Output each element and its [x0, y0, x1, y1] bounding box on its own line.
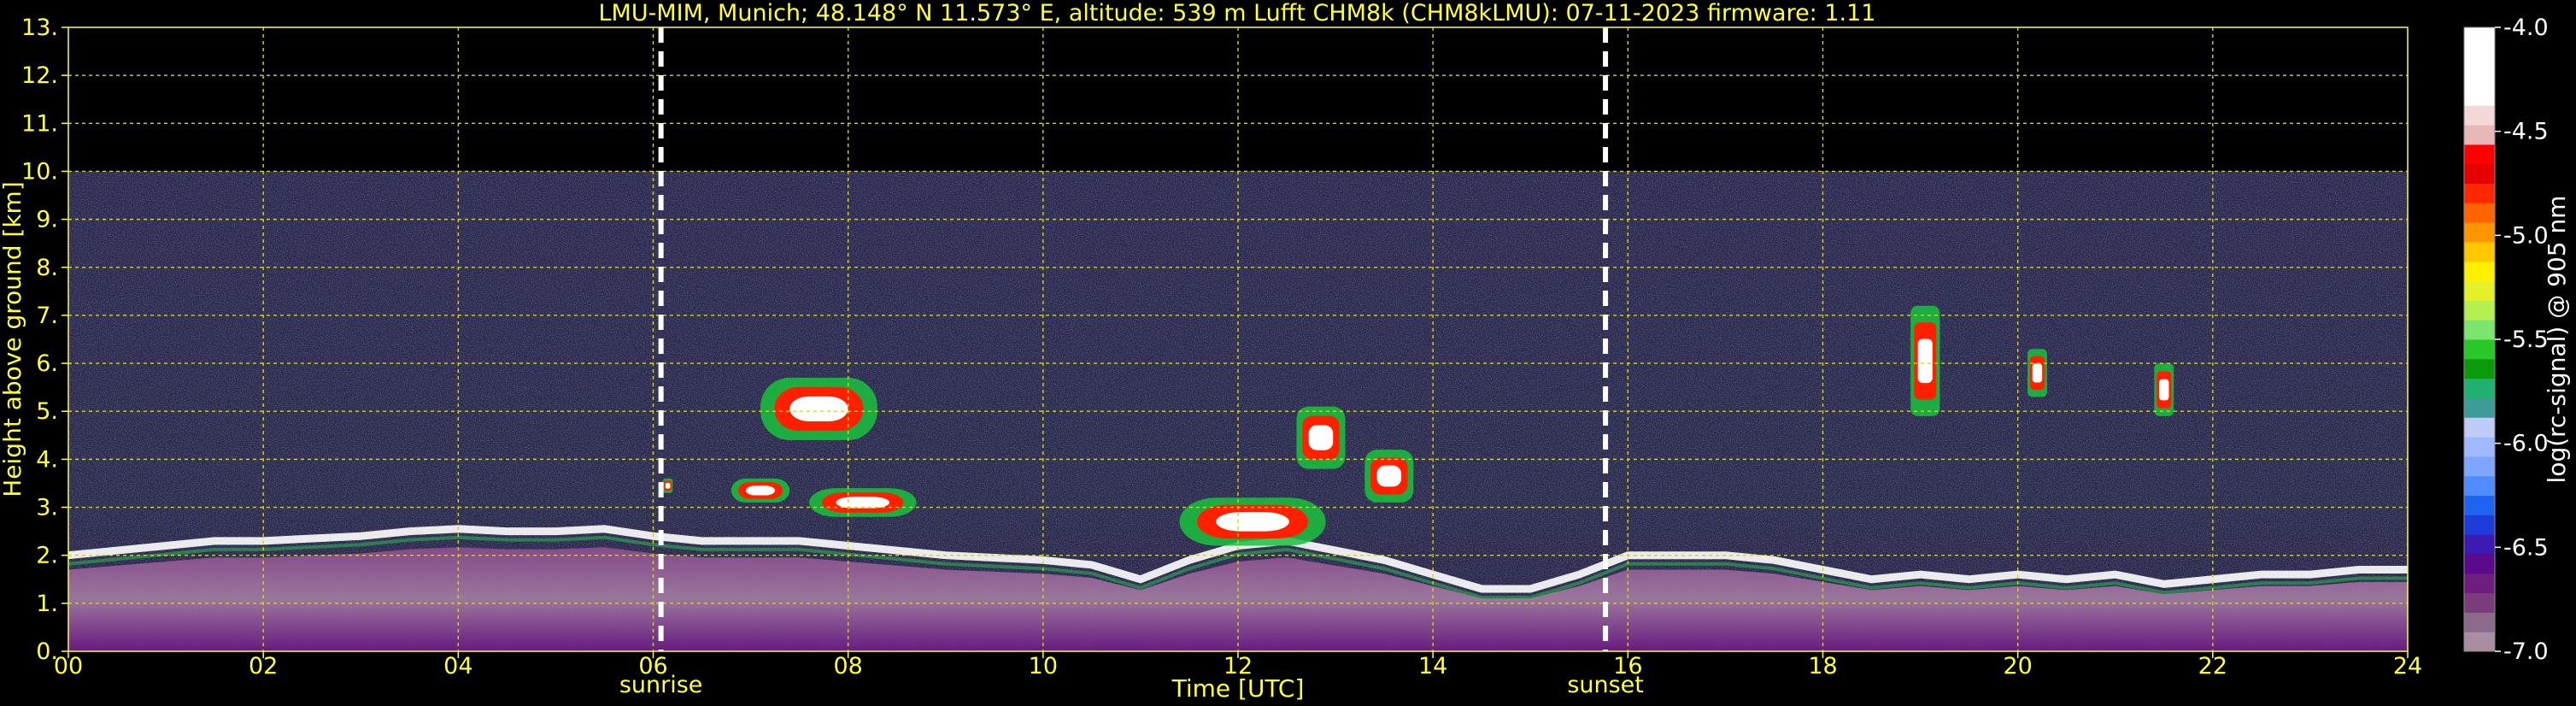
cloud-feature — [731, 478, 790, 503]
colorbar-segment — [2464, 46, 2495, 68]
ceilometer-chart: LMU-MIM, Munich; 48.148° N 11.573° E, al… — [0, 0, 2571, 703]
y-tick-label: 5. — [36, 398, 58, 425]
colorbar-segment — [2464, 495, 2495, 515]
y-tick-label: 10. — [21, 158, 58, 185]
colorbar-segment — [2464, 105, 2495, 126]
colorbar-segment — [2464, 222, 2495, 243]
colorbar-segment — [2464, 261, 2495, 282]
colorbar-segment — [2464, 163, 2495, 184]
colorbar-ticks: -4.0 -4.5 -5.0 -5.5 -6.0 -6.5 -7.0 — [2495, 15, 2549, 665]
x-tick-label: 02 — [249, 653, 278, 680]
x-tick-label: 16 — [1613, 653, 1642, 680]
y-tick-label: 1. — [36, 591, 58, 617]
cloud-feature — [2154, 363, 2174, 416]
x-tick-label: 18 — [1808, 653, 1837, 680]
y-tick-label: 2. — [36, 543, 58, 569]
colorbar-tick-label: -4.5 — [2503, 119, 2549, 145]
colorbar-segment — [2464, 66, 2495, 86]
cloud-core — [789, 396, 848, 422]
cloud-feature — [662, 478, 673, 493]
cloud-core — [1308, 425, 1334, 450]
cloud-feature — [1910, 305, 1940, 416]
x-tick-label: 20 — [2003, 653, 2032, 680]
colorbar-segment — [2464, 592, 2495, 613]
colorbar-segment — [2464, 378, 2495, 398]
colorbar-segment — [2464, 85, 2495, 106]
y-tick-label: 13. — [21, 15, 58, 41]
cloud-core — [1917, 338, 1933, 384]
colorbar-tick-label: -5.0 — [2503, 222, 2549, 249]
colorbar-tick-label: -4.0 — [2503, 15, 2549, 41]
colorbar-segment — [2464, 320, 2495, 340]
colorbar-segment — [2464, 241, 2495, 262]
colorbar-segment — [2464, 358, 2495, 379]
cloud-feature — [1364, 450, 1414, 503]
colorbar-segment — [2464, 144, 2495, 165]
y-tick-label: 8. — [36, 255, 58, 281]
cloud-feature — [1179, 497, 1326, 546]
colorbar-segment — [2464, 397, 2495, 418]
y-tick-label: 12. — [21, 62, 58, 89]
colorbar-segment — [2464, 27, 2495, 48]
x-tick-label: 14 — [1418, 653, 1447, 680]
colorbar-segment — [2464, 125, 2495, 145]
colorbar-segment — [2464, 553, 2495, 574]
colorbar-segment — [2464, 437, 2495, 457]
x-tick-label: 04 — [443, 653, 472, 680]
colorbar-tick-label: -6.0 — [2503, 431, 2549, 457]
colorbar — [2463, 26, 2496, 652]
x-tick-label: 24 — [2393, 653, 2422, 680]
x-axis-label: Time [UTC] — [1171, 674, 1305, 703]
cloud-core — [1376, 465, 1402, 487]
colorbar-tick-label: -6.5 — [2503, 534, 2549, 561]
colorbar-segment — [2464, 203, 2495, 223]
y-tick-label: 9. — [36, 207, 58, 233]
cloud-feature — [2027, 349, 2047, 397]
cloud-feature — [760, 377, 877, 440]
cloud-core — [1216, 512, 1289, 532]
colorbar-segment — [2464, 632, 2495, 652]
colorbar-segment — [2464, 534, 2495, 555]
colorbar-segment — [2464, 300, 2495, 321]
colorbar-segment — [2464, 280, 2495, 301]
x-tick-label: 06 — [638, 653, 667, 680]
y-tick-label: 3. — [36, 495, 58, 521]
colorbar-segment — [2464, 475, 2495, 496]
y-tick-label: 0. — [36, 638, 58, 665]
x-tick-label: 08 — [833, 653, 862, 680]
colorbar-tick-label: -7.0 — [2503, 638, 2549, 665]
colorbar-segment — [2464, 515, 2495, 535]
y-tick-label: 4. — [36, 446, 58, 473]
colorbar-segment — [2464, 339, 2495, 360]
colorbar-segment — [2464, 573, 2495, 594]
cloud-feature — [809, 488, 917, 517]
colorbar-segment — [2464, 417, 2495, 438]
y-axis-label: Height above ground [km] — [0, 181, 26, 497]
y-axis-ticks: 0. 1. 2. 3. 4. 5. 6. 7. 8. 9. 10. 11. 12. 13. — [21, 15, 68, 665]
chart-title: LMU-MIM, Munich; 48.148° N 11.573° E, al… — [599, 0, 1876, 26]
colorbar-tick-label: -5.5 — [2503, 327, 2549, 353]
x-tick-label: 10 — [1029, 653, 1058, 680]
y-tick-label: 11. — [21, 110, 58, 137]
colorbar-segment — [2464, 183, 2495, 203]
colorbar-segment — [2464, 456, 2495, 477]
colorbar-label: log(rc-signal) @ 905 nm — [2543, 196, 2571, 484]
colorbar-segment — [2464, 612, 2495, 632]
cloud-core — [2159, 379, 2169, 401]
cloud-core — [665, 482, 671, 489]
cloud-core — [2032, 363, 2043, 383]
cloud-core — [836, 497, 890, 509]
x-tick-label: 22 — [2198, 653, 2227, 680]
cloud-core — [745, 485, 776, 496]
y-tick-label: 7. — [36, 303, 58, 329]
y-tick-label: 6. — [36, 350, 58, 377]
